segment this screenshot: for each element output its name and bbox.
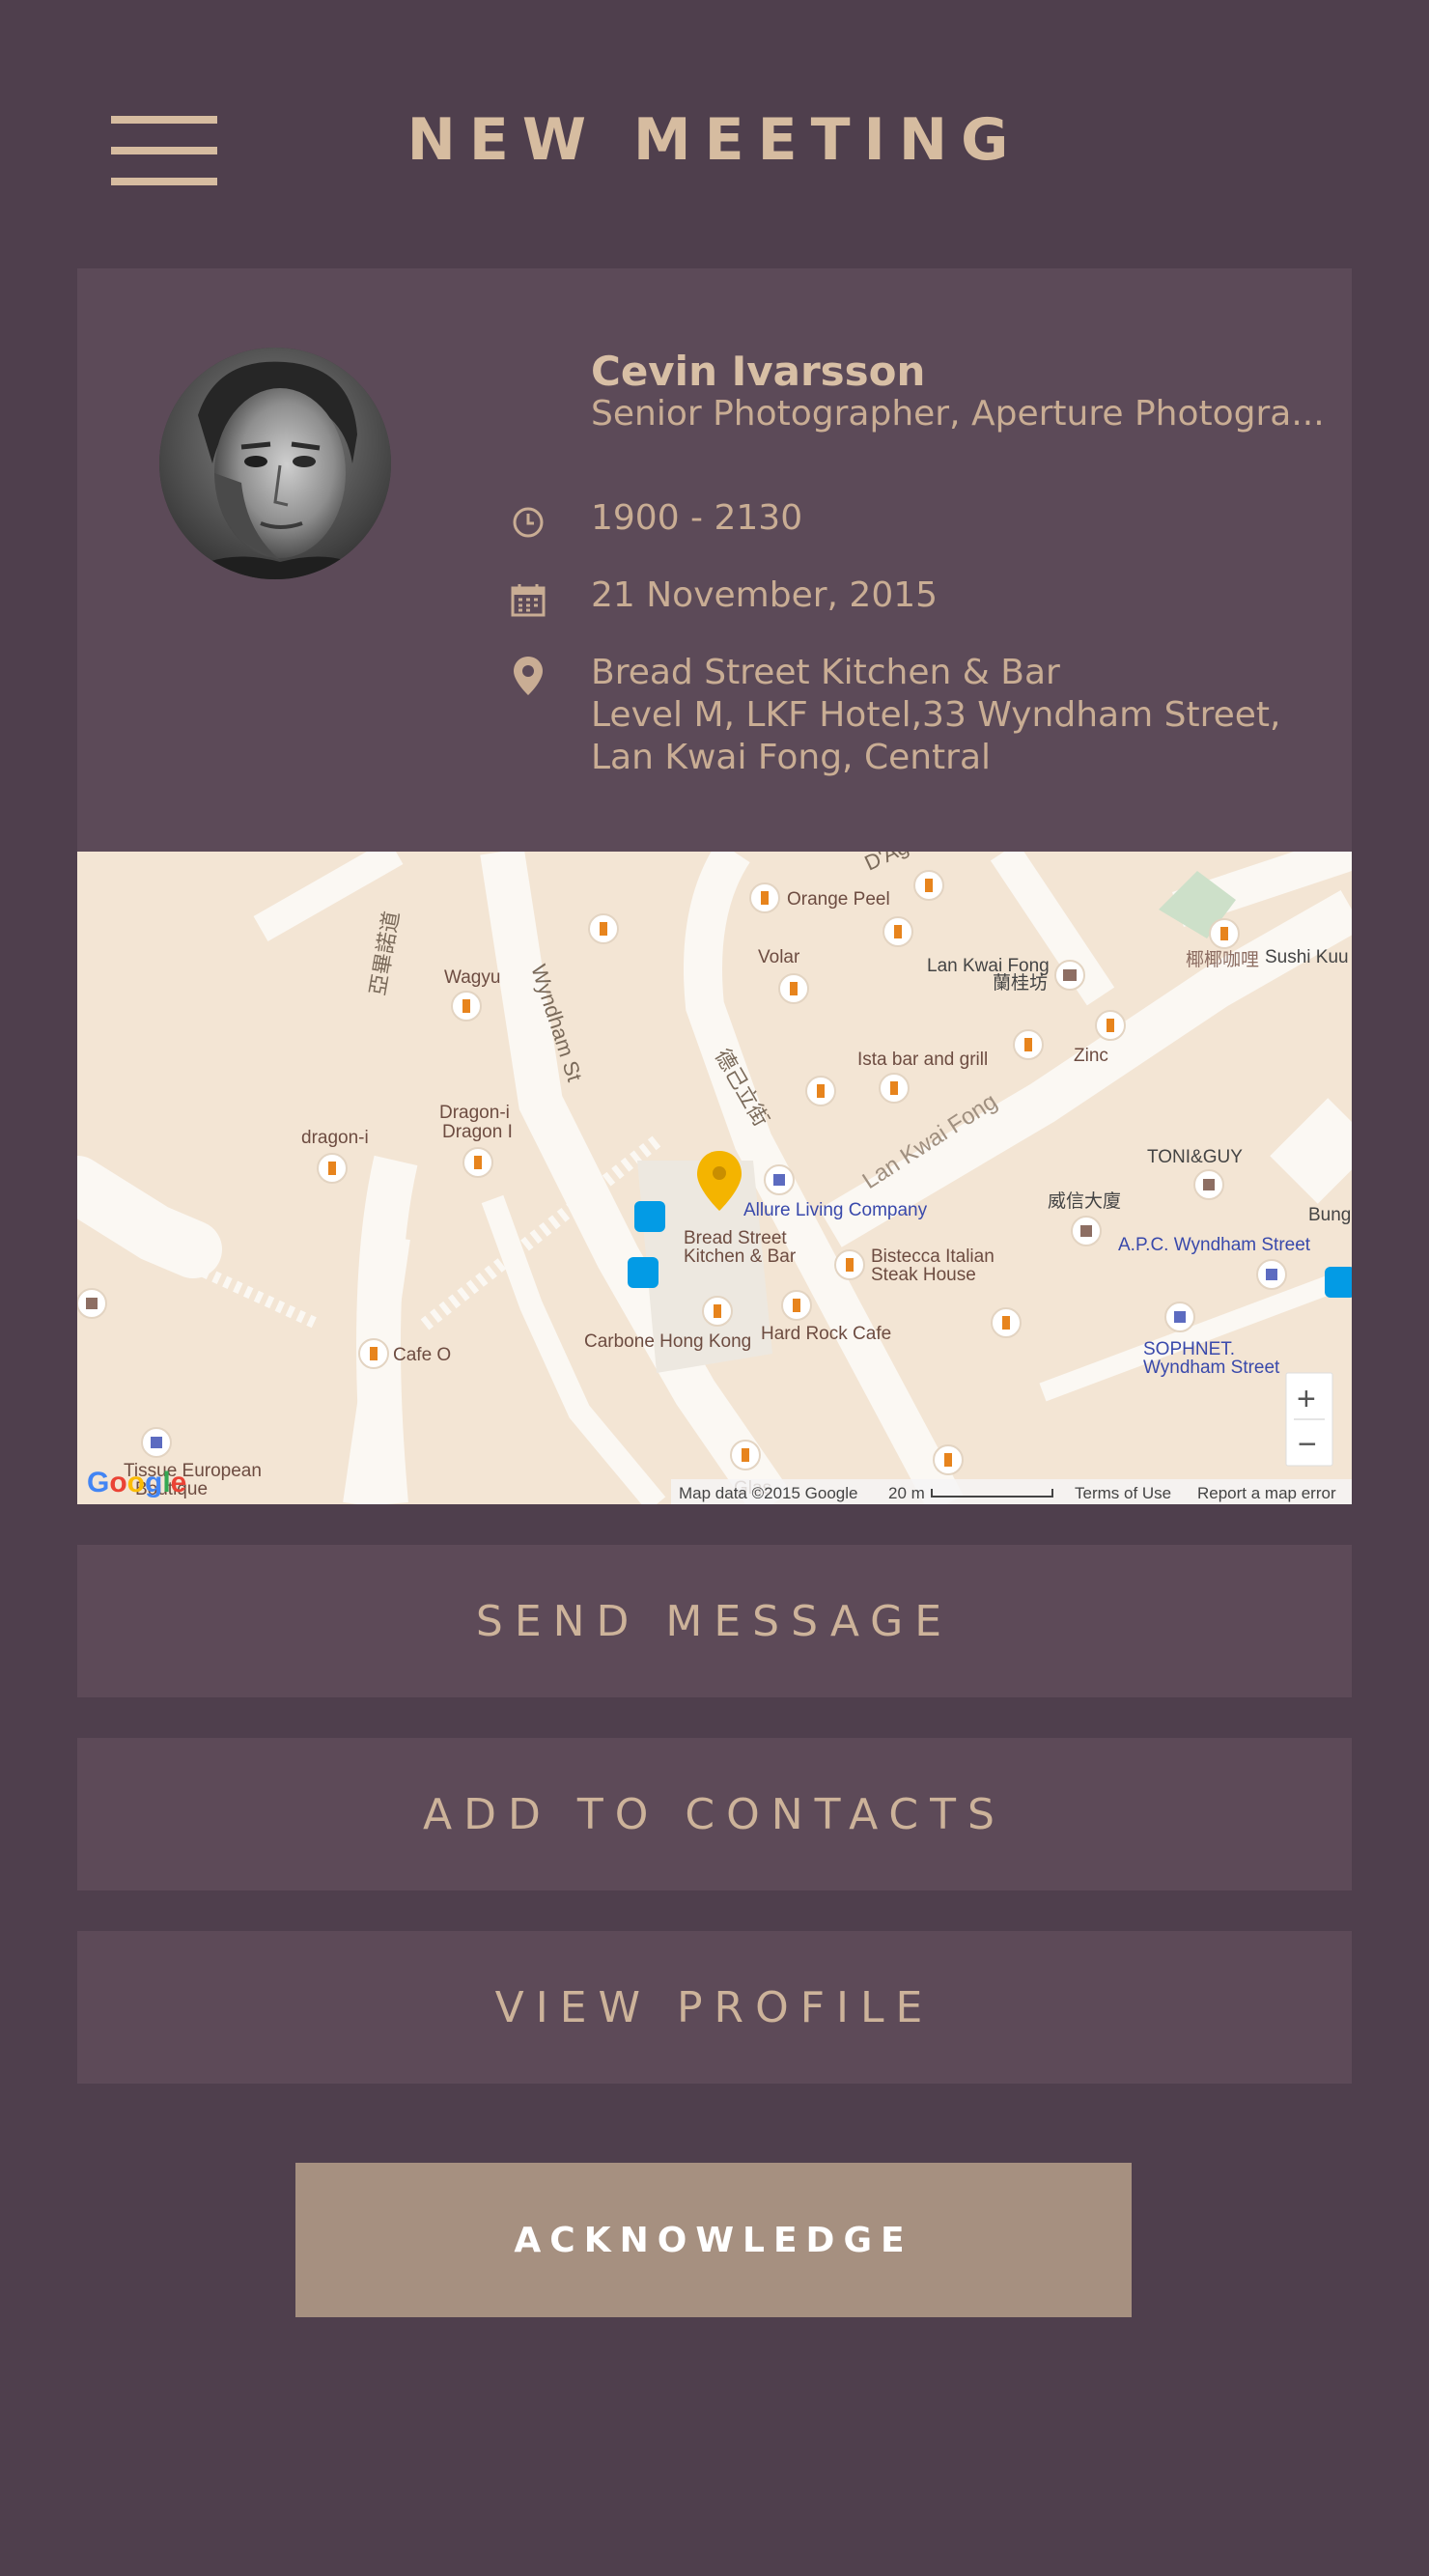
map-attribution: Map data ©2015 Google — [679, 1484, 858, 1502]
map-canvas[interactable]: Wyndham St Lan Kwai Fong 德己立街 亞畢諾道 D'Ag — [77, 852, 1352, 1504]
map-view[interactable]: Wyndham St Lan Kwai Fong 德己立街 亞畢諾道 D'Ag — [77, 852, 1352, 1504]
avatar-photo — [159, 348, 391, 579]
svg-text:Wyndham Street: Wyndham Street — [1143, 1358, 1280, 1378]
svg-text:Sushi Kuu: Sushi Kuu — [1265, 947, 1349, 967]
svg-text:Carbone Hong Kong: Carbone Hong Kong — [584, 1331, 751, 1352]
svg-text:椰椰咖哩: 椰椰咖哩 — [1186, 949, 1259, 970]
svg-text:Zinc: Zinc — [1074, 1046, 1108, 1066]
terms-link: Terms of Use — [1075, 1484, 1171, 1502]
contact-card: Cevin Ivarsson Senior Photographer, Aper… — [77, 268, 1352, 852]
meeting-time: 1900 - 2130 — [591, 498, 803, 538]
acknowledge-button[interactable]: ACKNOWLEDGE — [295, 2163, 1132, 2317]
location-name: Bread Street Kitchen & Bar — [591, 653, 1060, 692]
location-address-line1: Level M, LKF Hotel,33 Wyndham Street, — [591, 695, 1281, 735]
svg-text:Bistecca Italian: Bistecca Italian — [871, 1246, 995, 1267]
svg-text:蘭桂坊: 蘭桂坊 — [993, 972, 1048, 994]
header: NEW MEETING — [0, 0, 1429, 251]
svg-text:Steak House: Steak House — [871, 1265, 976, 1285]
svg-text:SOPHNET.: SOPHNET. — [1143, 1339, 1235, 1359]
zoom-in-button: + — [1297, 1381, 1316, 1417]
svg-text:Cafe O: Cafe O — [393, 1345, 451, 1365]
svg-text:Bread Street: Bread Street — [684, 1228, 787, 1248]
send-message-button[interactable]: SEND MESSAGE — [77, 1545, 1352, 1697]
view-profile-button[interactable]: VIEW PROFILE — [77, 1931, 1352, 2084]
svg-text:Bung: Bung — [1308, 1205, 1351, 1225]
avatar[interactable] — [159, 348, 391, 579]
svg-text:Ista bar and grill: Ista bar and grill — [857, 1050, 988, 1070]
contact-name: Cevin Ivarsson — [591, 348, 926, 395]
map-scale-label: 20 m — [888, 1484, 925, 1502]
svg-text:A.P.C. Wyndham Street: A.P.C. Wyndham Street — [1118, 1235, 1311, 1255]
zoom-out-button: − — [1298, 1426, 1317, 1463]
location-address-line2: Lan Kwai Fong, Central — [591, 738, 992, 777]
svg-text:Dragon-i: Dragon-i — [439, 1103, 510, 1123]
add-to-contacts-button[interactable]: ADD TO CONTACTS — [77, 1738, 1352, 1890]
svg-text:dragon-i: dragon-i — [301, 1128, 369, 1148]
svg-text:Orange Peel: Orange Peel — [787, 889, 890, 910]
svg-text:Dragon I: Dragon I — [442, 1122, 513, 1142]
google-logo: Google — [87, 1467, 186, 1498]
clock-icon — [513, 507, 544, 538]
svg-text:Wagyu: Wagyu — [444, 967, 500, 988]
calendar-icon — [511, 584, 546, 617]
contact-role: Senior Photographer, Aperture Photogra..… — [591, 394, 1325, 434]
svg-text:TONI&GUY: TONI&GUY — [1147, 1147, 1243, 1167]
svg-text:威信大廈: 威信大廈 — [1048, 1190, 1121, 1212]
meeting-date: 21 November, 2015 — [591, 575, 939, 615]
menu-bar — [111, 178, 217, 185]
report-link: Report a map error — [1197, 1484, 1336, 1502]
svg-text:Hard Rock Cafe: Hard Rock Cafe — [761, 1324, 891, 1344]
location-pin-icon — [514, 657, 543, 695]
svg-text:Allure Living Company: Allure Living Company — [743, 1200, 928, 1220]
svg-text:Kitchen & Bar: Kitchen & Bar — [684, 1246, 797, 1267]
page-title: NEW MEETING — [406, 106, 1023, 174]
svg-text:Volar: Volar — [758, 947, 800, 967]
